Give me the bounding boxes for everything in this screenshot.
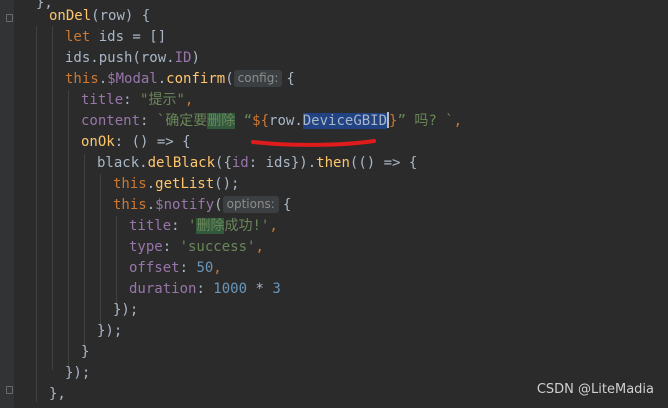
indent-guide: [36, 26, 37, 402]
code-line: ids.push(row.ID): [65, 50, 200, 66]
code-line: let ids = []: [65, 29, 167, 45]
code-line: title: "提示",: [81, 92, 194, 108]
code-line: });: [113, 302, 139, 318]
search-highlight: 删除: [196, 218, 225, 234]
parameter-hint: options:: [222, 196, 279, 213]
indent-guide: [68, 90, 69, 366]
red-annotation-underline: [251, 139, 376, 147]
code-line: duration: 1000 * 3: [129, 281, 281, 297]
code-line: this.$Modal.confirm(config:{: [65, 70, 295, 87]
indent-guide: [52, 26, 53, 370]
code-line: offset: 50,: [129, 260, 222, 276]
watermark: CSDN @LiteMadia: [536, 382, 654, 397]
function-name: onDel: [49, 8, 92, 24]
code-line: title: '删除成功!',: [129, 218, 278, 234]
code-line: this.getList();: [113, 176, 240, 192]
code-line: }: [81, 344, 90, 360]
indent-guide: [84, 154, 85, 350]
code-line: type: 'success',: [129, 239, 264, 255]
parameter-hint: config:: [233, 70, 283, 87]
text-selection[interactable]: DeviceGBID: [302, 113, 388, 129]
code-line: onOk: () => {: [81, 134, 191, 150]
code-line: });: [65, 365, 91, 381]
code-line: this.$notify(options:{: [113, 196, 292, 213]
code-line: black.delBlack({id: ids}).then(() => {: [97, 155, 418, 171]
code-line: },: [49, 386, 66, 402]
search-highlight: 删除: [207, 113, 236, 129]
code-line: onDel(row) {: [49, 8, 151, 24]
indent-guide: [116, 216, 117, 312]
code-line: });: [97, 323, 123, 339]
indent-guide: [100, 174, 101, 332]
code-line: content: `确定要删除 “${row.DeviceGBID}” 吗? `…: [81, 112, 463, 129]
code-editor[interactable]: }, onDel(row) { let ids = [] ids.push(ro…: [0, 0, 668, 408]
